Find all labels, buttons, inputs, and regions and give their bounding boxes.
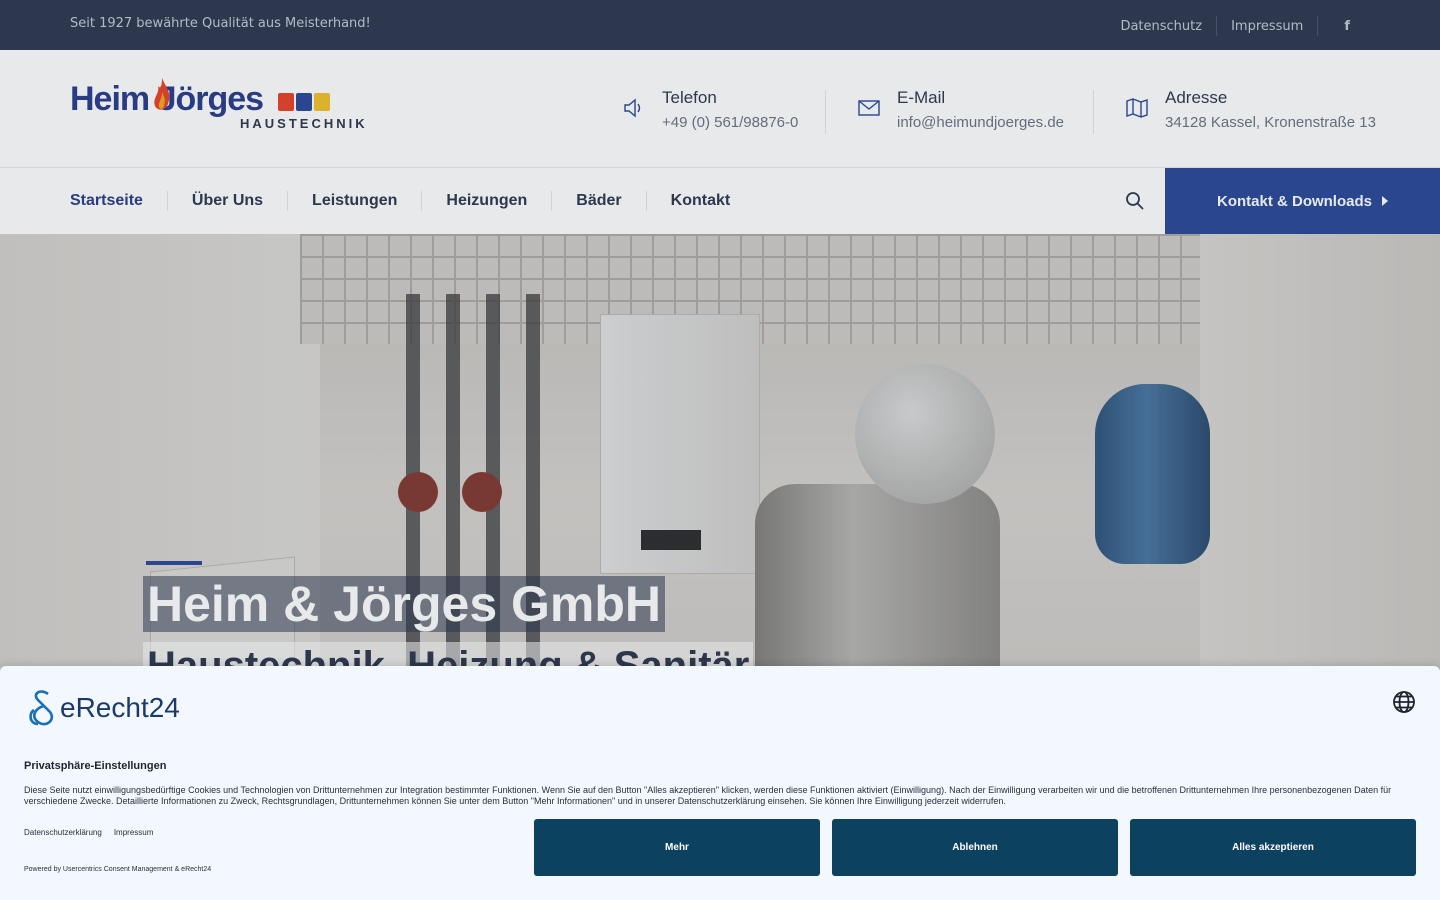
datenschutzerklaerung-link[interactable]: Datenschutzerklärung <box>24 828 102 837</box>
language-globe-icon[interactable] <box>1392 690 1416 714</box>
reject-button[interactable]: Ablehnen <box>832 819 1118 876</box>
consent-heading: Privatsphäre-Einstellungen <box>24 760 167 772</box>
erecht24-logo-icon <box>29 690 54 726</box>
consent-brand-text: eRecht24 <box>60 692 180 723</box>
consent-banner: eRecht24 Privatsphäre-Einstellungen Dies… <box>0 666 1440 900</box>
consent-links: Datenschutzerklärung Impressum <box>24 828 153 837</box>
more-button[interactable]: Mehr <box>534 819 820 876</box>
consent-brand: eRecht24 <box>24 688 180 728</box>
powered-by-text: Powered by Usercentrics Consent Manageme… <box>24 866 212 873</box>
consent-description: Diese Seite nutzt einwilligungsbedürftig… <box>24 785 1392 806</box>
impressum-link[interactable]: Impressum <box>114 828 154 837</box>
accept-all-button[interactable]: Alles akzeptieren <box>1130 819 1416 876</box>
